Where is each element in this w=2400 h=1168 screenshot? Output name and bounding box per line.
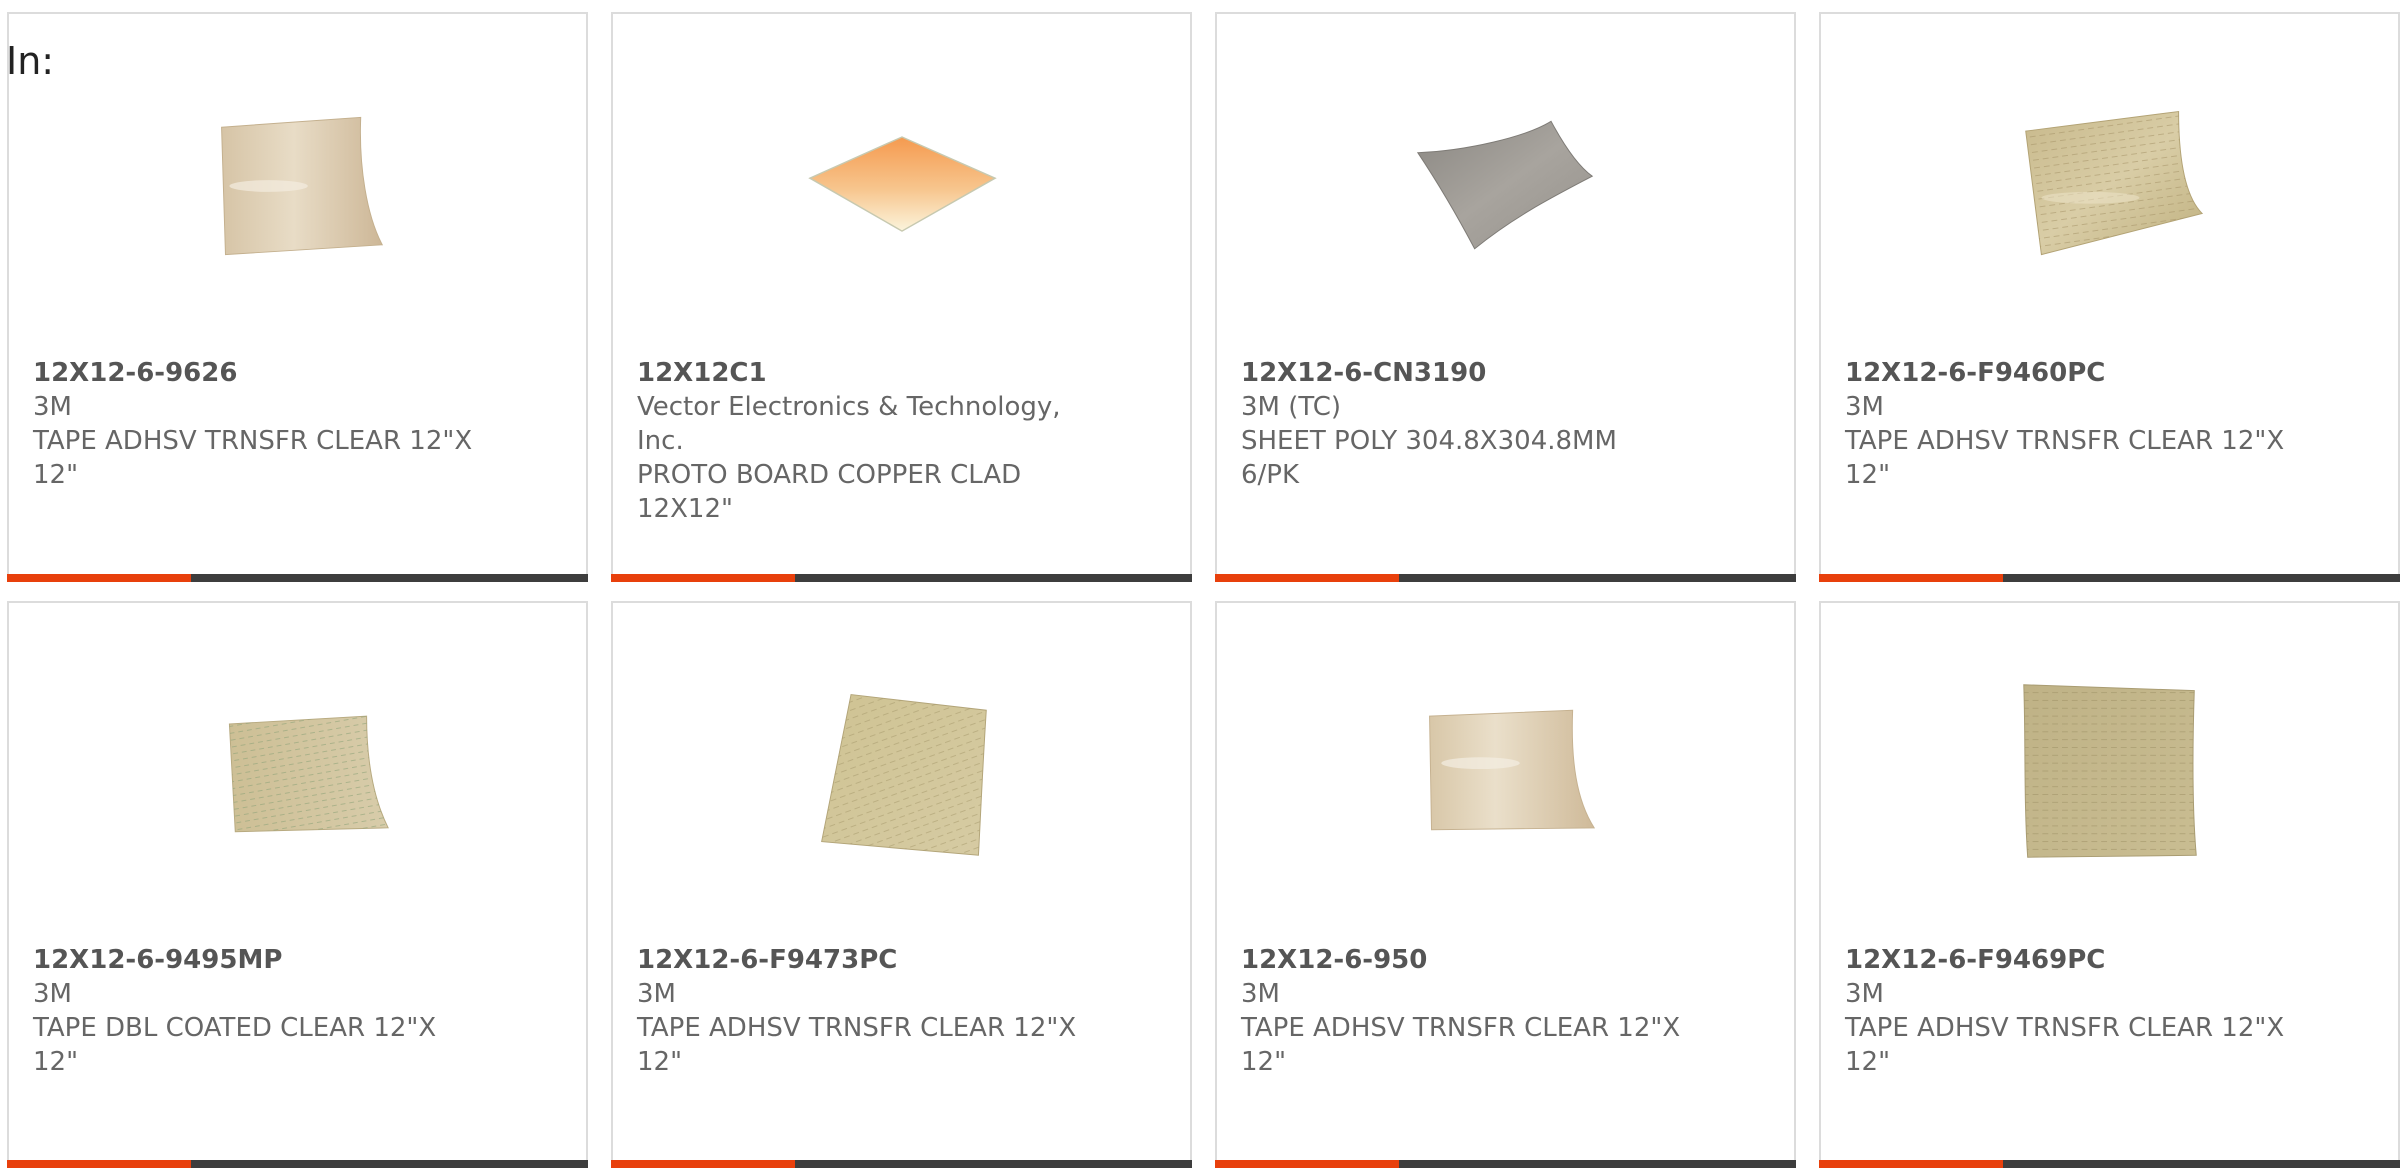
product-info: 12X12-6-F9473PC 3M TAPE ADHSV TRNSFR CLE…	[637, 943, 1077, 1079]
part-number[interactable]: 12X12-6-950	[1241, 943, 1681, 977]
description: TAPE ADHSV TRNSFR CLEAR 12"X 12"	[637, 1013, 1077, 1077]
product-card[interactable]: 12X12-6-F9469PC 3M TAPE ADHSV TRNSFR CLE…	[1819, 601, 2400, 1168]
card-bottom-bar	[611, 1160, 1192, 1168]
card-bottom-bar	[611, 574, 1192, 582]
part-number[interactable]: 12X12-6-9626	[33, 356, 473, 390]
card-accent	[7, 574, 191, 582]
description: TAPE ADHSV TRNSFR CLEAR 12"X 12"	[1845, 1013, 2285, 1077]
manufacturer: 3M	[637, 979, 676, 1009]
product-info: 12X12-6-950 3M TAPE ADHSV TRNSFR CLEAR 1…	[1241, 943, 1681, 1079]
product-image[interactable]	[2011, 673, 2208, 869]
card-accent	[611, 574, 795, 582]
product-info: 12X12-6-F9460PC 3M TAPE ADHSV TRNSFR CLE…	[1845, 356, 2285, 492]
manufacturer: 3M	[1845, 392, 1884, 422]
card-accent	[1819, 1160, 2003, 1168]
part-number[interactable]: 12X12C1	[637, 356, 1077, 390]
card-bottom-bar	[7, 1160, 588, 1168]
product-image[interactable]	[803, 88, 1000, 284]
card-accent	[7, 1160, 191, 1168]
part-number[interactable]: 12X12-6-F9469PC	[1845, 943, 2285, 977]
manufacturer: 3M	[1845, 979, 1884, 1009]
product-card[interactable]: 12X12-6-9626 3M TAPE ADHSV TRNSFR CLEAR …	[7, 12, 588, 582]
product-info: 12X12C1 Vector Electronics & Technology,…	[637, 356, 1077, 526]
product-image[interactable]	[199, 88, 396, 284]
card-accent	[1215, 1160, 1399, 1168]
description: SHEET POLY 304.8X304.8MM 6/PK	[1241, 426, 1617, 490]
description: TAPE ADHSV TRNSFR CLEAR 12"X 12"	[1845, 426, 2285, 490]
part-number[interactable]: 12X12-6-F9460PC	[1845, 356, 2285, 390]
card-bottom-bar	[1819, 1160, 2400, 1168]
product-card[interactable]: 12X12-6-F9460PC 3M TAPE ADHSV TRNSFR CLE…	[1819, 12, 2400, 582]
part-number[interactable]: 12X12-6-F9473PC	[637, 943, 1077, 977]
manufacturer: 3M	[33, 979, 72, 1009]
manufacturer: Vector Electronics & Technology, Inc.	[637, 392, 1061, 456]
product-info: 12X12-6-9495MP 3M TAPE DBL COATED CLEAR …	[33, 943, 473, 1079]
product-card[interactable]: 12X12-6-CN3190 3M (TC) SHEET POLY 304.8X…	[1215, 12, 1796, 582]
product-image[interactable]	[199, 673, 396, 869]
manufacturer: 3M (TC)	[1241, 392, 1342, 422]
card-accent	[1215, 574, 1399, 582]
manufacturer: 3M	[1241, 979, 1280, 1009]
description: TAPE ADHSV TRNSFR CLEAR 12"X 12"	[1241, 1013, 1681, 1077]
card-bottom-bar	[1215, 1160, 1796, 1168]
card-accent	[1819, 574, 2003, 582]
card-bottom-bar	[1215, 574, 1796, 582]
filter-heading: In:	[6, 39, 55, 83]
card-accent	[611, 1160, 795, 1168]
product-image[interactable]	[1407, 673, 1604, 869]
description: PROTO BOARD COPPER CLAD 12X12"	[637, 460, 1022, 524]
product-image[interactable]	[1407, 88, 1604, 284]
product-card[interactable]: 12X12-6-F9473PC 3M TAPE ADHSV TRNSFR CLE…	[611, 601, 1192, 1168]
card-bottom-bar	[7, 574, 588, 582]
product-grid: 12X12-6-9626 3M TAPE ADHSV TRNSFR CLEAR …	[0, 0, 2400, 1168]
product-info: 12X12-6-F9469PC 3M TAPE ADHSV TRNSFR CLE…	[1845, 943, 2285, 1079]
card-bottom-bar	[1819, 574, 2400, 582]
product-info: 12X12-6-CN3190 3M (TC) SHEET POLY 304.8X…	[1241, 356, 1681, 492]
product-info: 12X12-6-9626 3M TAPE ADHSV TRNSFR CLEAR …	[33, 356, 473, 492]
description: TAPE ADHSV TRNSFR CLEAR 12"X 12"	[33, 426, 473, 490]
product-card[interactable]: 12X12-6-9495MP 3M TAPE DBL COATED CLEAR …	[7, 601, 588, 1168]
manufacturer: 3M	[33, 392, 72, 422]
part-number[interactable]: 12X12-6-9495MP	[33, 943, 473, 977]
part-number[interactable]: 12X12-6-CN3190	[1241, 356, 1681, 390]
product-card[interactable]: 12X12-6-950 3M TAPE ADHSV TRNSFR CLEAR 1…	[1215, 601, 1796, 1168]
product-image[interactable]	[2011, 88, 2208, 284]
product-image[interactable]	[803, 673, 1000, 869]
description: TAPE DBL COATED CLEAR 12"X 12"	[33, 1013, 437, 1077]
product-card[interactable]: 12X12C1 Vector Electronics & Technology,…	[611, 12, 1192, 582]
